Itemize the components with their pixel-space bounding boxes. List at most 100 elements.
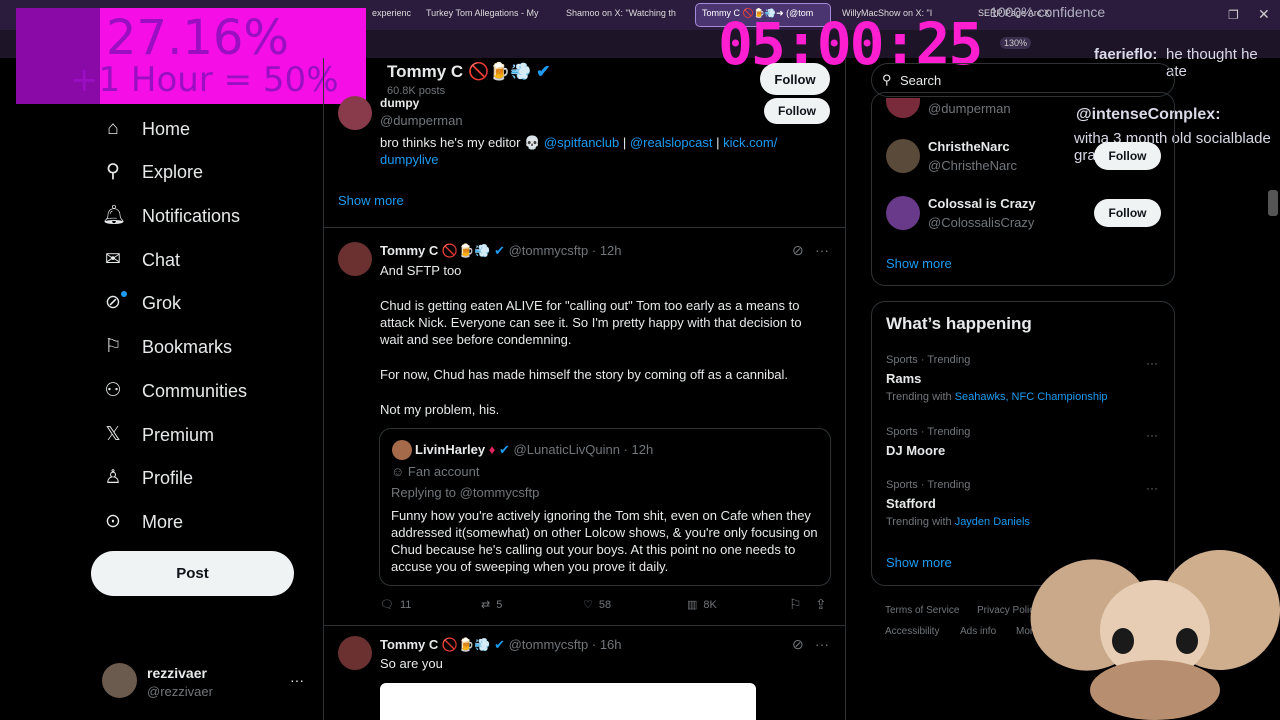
- more-options-icon[interactable]: ···: [1146, 481, 1158, 495]
- sidebar-item-label: Notifications: [142, 205, 241, 226]
- user-handle[interactable]: @ChristheNarc: [928, 158, 1017, 173]
- post-button[interactable]: Post: [91, 551, 294, 596]
- user-name[interactable]: dumpy: [380, 96, 419, 110]
- verified-icon: ✔: [498, 442, 510, 457]
- goal-subtext: +1 Hour = 50%: [70, 60, 339, 100]
- trend-item[interactable]: Sports · Trending DJ Moore: [886, 426, 970, 458]
- tweet-time[interactable]: · 16h: [592, 637, 622, 652]
- avatar[interactable]: [338, 96, 372, 130]
- tweet-handle[interactable]: @tommycsftp: [509, 637, 589, 652]
- more-options-icon[interactable]: ···: [1146, 428, 1158, 442]
- trend-item[interactable]: Sports · Trending Stafford Trending with…: [886, 479, 1030, 528]
- mail-icon: ✉: [105, 249, 121, 270]
- chat-message: he thought he ate: [1166, 46, 1258, 80]
- browser-tab[interactable]: Turkey Tom Allegations - My: [420, 4, 554, 26]
- embedded-image[interactable]: [380, 683, 756, 720]
- sidebar-item-notifications[interactable]: 🔔︎ Notifications: [102, 203, 240, 229]
- follow-button[interactable]: Follow: [1094, 199, 1161, 227]
- show-more-link[interactable]: Show more: [886, 256, 952, 271]
- avatar[interactable]: [886, 139, 920, 173]
- home-icon: ⌂: [107, 118, 119, 139]
- repost-icon: ⇄: [481, 599, 491, 611]
- tweet-author[interactable]: Tommy C: [380, 637, 438, 652]
- bell-icon: 🔔︎: [102, 205, 127, 226]
- person-icon: ♙: [104, 467, 122, 488]
- trend-name: Rams: [886, 371, 922, 386]
- window-restore-icon[interactable]: ❐: [1228, 8, 1239, 22]
- account-menu-icon[interactable]: ···: [290, 672, 304, 688]
- sidebar-item-chat[interactable]: ✉ Chat: [102, 247, 180, 273]
- follow-button[interactable]: Follow: [764, 98, 830, 124]
- tweet-author[interactable]: Tommy C: [380, 243, 438, 258]
- share-icon[interactable]: ⇪: [815, 596, 827, 613]
- chat-overlay-misc: 1000% confidence: [990, 4, 1106, 20]
- quote-header: LivinHarley ♦ ✔ @LunaticLivQuinn · 12h: [415, 442, 654, 457]
- views-button[interactable]: ▥ 8K: [687, 598, 717, 612]
- heart-icon: ♡: [583, 599, 593, 611]
- user-bio: bro thinks he's my editor 💀 @spitfanclub…: [380, 135, 778, 167]
- tweet-time[interactable]: · 12h: [592, 243, 622, 258]
- tweet-header: Tommy C 🚫🍺💨 ✔ @tommycsftp · 12h: [380, 243, 622, 258]
- grok-icon[interactable]: ⊘: [792, 636, 804, 653]
- bio-link[interactable]: dumpylive: [380, 152, 439, 167]
- account-name: rezzivaer: [147, 665, 207, 681]
- sidebar-item-label: Grok: [142, 292, 182, 313]
- profile-follow-button[interactable]: Follow: [760, 63, 830, 95]
- window-close-icon[interactable]: ✕: [1258, 6, 1270, 23]
- scrollbar-thumb[interactable]: [1268, 190, 1278, 216]
- account-handle: @rezzivaer: [147, 684, 213, 699]
- divider: [324, 625, 845, 626]
- footer-link[interactable]: Terms of Service: [885, 605, 959, 616]
- sidebar-item-label: Profile: [142, 467, 194, 488]
- bookmark-icon[interactable]: ⚐: [789, 596, 802, 613]
- avatar[interactable]: [886, 196, 920, 230]
- browser-tab[interactable]: experienc: [366, 4, 414, 26]
- verified-icon: ✔: [494, 637, 505, 652]
- search-placeholder: Search: [900, 73, 942, 88]
- show-more-link[interactable]: Show more: [886, 555, 952, 570]
- zoom-level[interactable]: 130%: [1000, 37, 1032, 49]
- user-name[interactable]: ChristheNarc: [928, 139, 1010, 154]
- sidebar-item-communities[interactable]: ⚇ Communities: [102, 378, 247, 404]
- tweet-handle[interactable]: @tommycsftp: [509, 243, 589, 258]
- sidebar-item-bookmarks[interactable]: ⚐ Bookmarks: [102, 334, 232, 360]
- tweet-text: So are you: [380, 656, 443, 671]
- more-circle-icon: ⊙: [105, 511, 121, 532]
- more-options-icon[interactable]: ···: [815, 636, 829, 652]
- like-button[interactable]: ♡ 58: [583, 598, 611, 612]
- sidebar-item-label: Communities: [142, 380, 248, 401]
- user-handle[interactable]: @dumperman: [380, 113, 463, 128]
- footer-link[interactable]: Accessibility: [885, 626, 939, 637]
- user-name[interactable]: Colossal is Crazy: [928, 196, 1036, 211]
- bio-link[interactable]: @spitfanclub: [544, 135, 619, 150]
- repost-button[interactable]: ⇄ 5: [481, 598, 502, 612]
- more-options-icon[interactable]: ···: [815, 242, 829, 258]
- mask-icon: ☺: [391, 464, 405, 479]
- tweet-text: Not my problem, his.: [380, 402, 500, 417]
- trend-item[interactable]: Sports · Trending Rams Trending with Sea…: [886, 354, 1108, 403]
- sidebar-item-home[interactable]: ⌂ Home: [102, 116, 190, 142]
- avatar[interactable]: [338, 636, 372, 670]
- bio-link[interactable]: kick.com/: [723, 135, 777, 150]
- user-handle[interactable]: @ColossalisCrazy: [928, 215, 1034, 230]
- sidebar-item-explore[interactable]: ⚲ Explore: [102, 159, 203, 185]
- follow-button[interactable]: Follow: [1094, 142, 1161, 170]
- avatar[interactable]: [338, 242, 372, 276]
- grok-icon[interactable]: ⊘: [792, 242, 804, 259]
- sidebar-item-premium[interactable]: 𝕏 Premium: [102, 422, 214, 448]
- avatar[interactable]: [102, 663, 137, 698]
- reply-button[interactable]: 🗨︎ 11: [380, 598, 411, 612]
- sidebar-item-more[interactable]: ⊙ More: [102, 509, 183, 535]
- more-options-icon[interactable]: ···: [1146, 356, 1158, 370]
- sidebar-item-profile[interactable]: ♙ Profile: [102, 465, 193, 491]
- goal-percent: 27.16%: [106, 10, 290, 66]
- x-icon: 𝕏: [105, 424, 121, 445]
- browser-tab[interactable]: Shamoo on X: "Watching th: [560, 4, 690, 26]
- user-handle[interactable]: @dumperman: [928, 101, 1011, 116]
- footer-link[interactable]: Ads info: [960, 626, 996, 637]
- replying-to: Replying to @tommycsftp: [391, 485, 540, 500]
- show-more-link[interactable]: Show more: [338, 193, 404, 208]
- trend-name: Stafford: [886, 496, 936, 511]
- bio-link[interactable]: @realslopcast: [630, 135, 713, 150]
- sidebar-item-grok[interactable]: ⊘ Grok: [102, 290, 181, 316]
